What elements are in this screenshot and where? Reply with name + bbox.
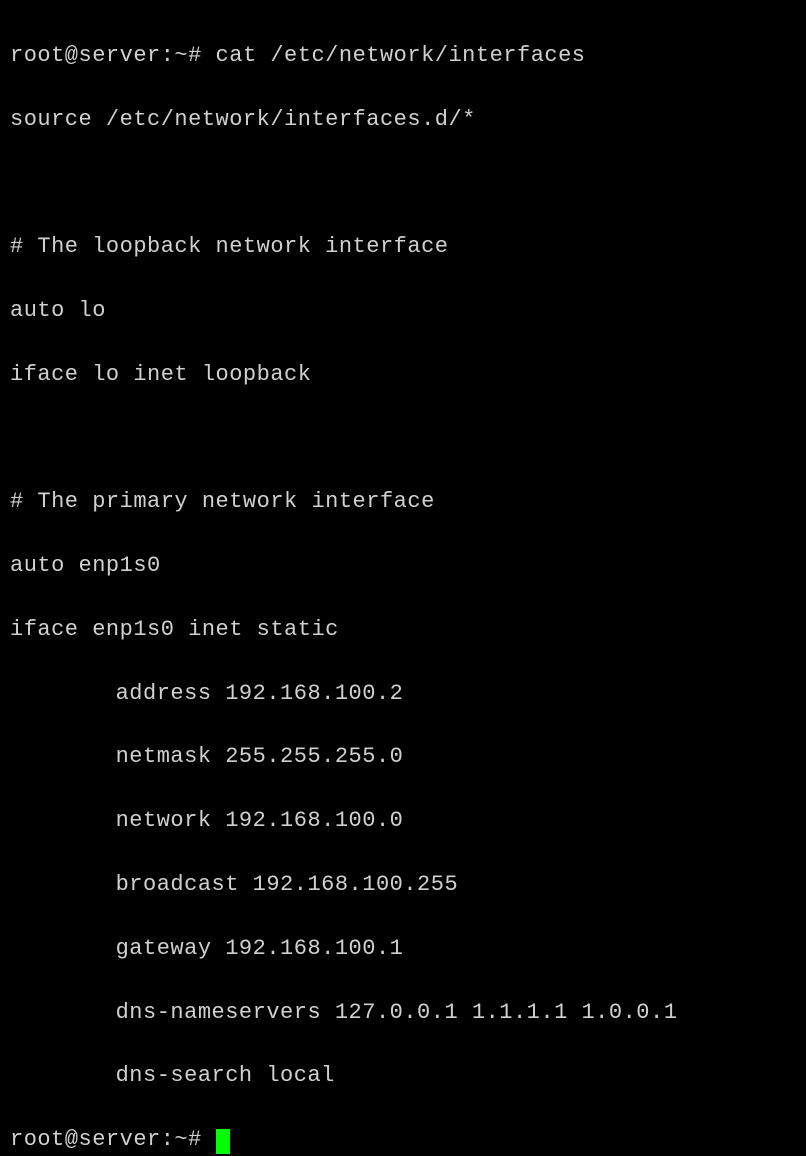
output-line: network 192.168.100.0 [10, 805, 796, 837]
output-line: dns-nameservers 127.0.0.1 1.1.1.1 1.0.0.… [10, 997, 796, 1029]
output-line: address 192.168.100.2 [10, 678, 796, 710]
output-line: auto enp1s0 [10, 550, 796, 582]
output-line: iface enp1s0 inet static [10, 614, 796, 646]
output-line: gateway 192.168.100.1 [10, 933, 796, 965]
output-line: # The primary network interface [10, 486, 796, 518]
output-line: broadcast 192.168.100.255 [10, 869, 796, 901]
output-line: # The loopback network interface [10, 231, 796, 263]
output-line: source /etc/network/interfaces.d/* [10, 104, 796, 136]
output-line: auto lo [10, 295, 796, 327]
output-line: iface lo inet loopback [10, 359, 796, 391]
command-text: cat /etc/network/interfaces [216, 43, 586, 68]
output-line [10, 167, 796, 199]
prompt: root@server:~# [10, 43, 216, 68]
command-line: root@server:~# cat /etc/network/interfac… [10, 40, 796, 72]
output-line [10, 423, 796, 455]
prompt-line[interactable]: root@server:~# [10, 1124, 796, 1156]
terminal-window[interactable]: root@server:~# cat /etc/network/interfac… [10, 8, 796, 1156]
cursor-icon [216, 1129, 230, 1154]
prompt: root@server:~# [10, 1127, 216, 1152]
output-line: netmask 255.255.255.0 [10, 741, 796, 773]
output-line: dns-search local [10, 1060, 796, 1092]
